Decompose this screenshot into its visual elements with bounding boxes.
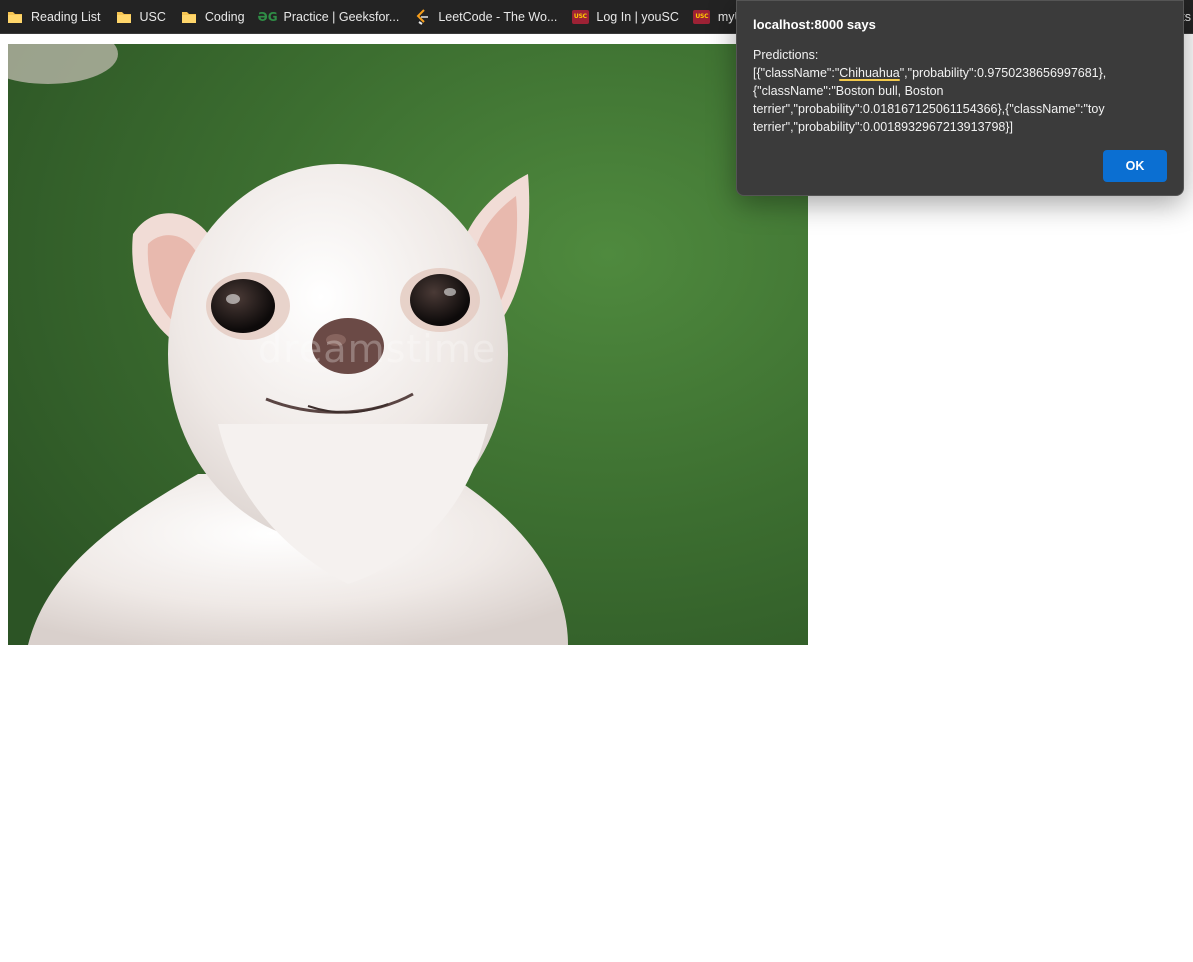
bookmark-label: Practice | Geeksfor... [283,9,400,24]
folder-icon [115,8,133,26]
bookmark-label: Coding [204,9,245,24]
bookmark-coding[interactable]: Coding [174,4,253,30]
bookmark-leetcode[interactable]: LeetCode - The Wo... [407,4,565,30]
bookmark-yousc[interactable]: USC Log In | youSC [565,4,686,30]
dialog-message: Predictions: [{"className":"Chihuahua","… [753,46,1163,136]
bookmark-label: Log In | youSC [596,9,679,24]
bookmark-reading-list[interactable]: Reading List [0,4,109,30]
dog-photo: dreamstime [8,44,808,645]
leetcode-icon [413,8,431,26]
folder-icon [180,8,198,26]
dialog-title: localhost:8000 says [753,17,876,32]
watermark-text: dreamstime [258,327,497,371]
bookmark-usc[interactable]: USC [109,4,174,30]
usc-icon: USC [571,8,589,26]
message-prefix: Predictions: [{"className":" [753,48,840,80]
usc-icon: USC [693,8,711,26]
ok-button[interactable]: OK [1103,150,1167,182]
bookmark-label: LeetCode - The Wo... [438,9,558,24]
geeksforgeeks-icon: ƏG [257,9,278,24]
message-highlight: Chihuahua [839,66,900,80]
bookmark-label: USC [139,9,166,24]
bookmark-label: Reading List [31,9,101,24]
bookmark-geeksforgeeks[interactable]: ƏG Practice | Geeksfor... [253,4,408,30]
alert-dialog: localhost:8000 says Predictions: [{"clas… [736,0,1184,196]
folder-icon [6,8,24,26]
